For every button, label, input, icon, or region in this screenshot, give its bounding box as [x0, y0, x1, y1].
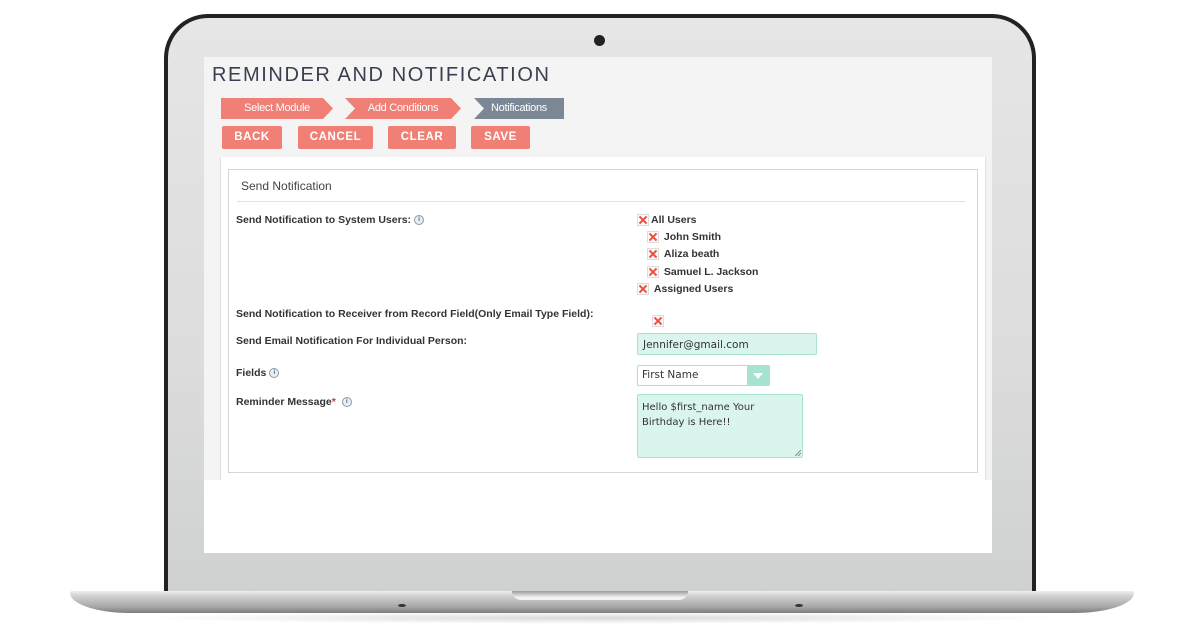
laptop-shadow [130, 612, 1070, 624]
wizard-step-select-module[interactable]: Select Module [221, 98, 333, 119]
checkbox-user[interactable]: Aliza beath [647, 248, 719, 260]
laptop-notch [512, 591, 688, 600]
record-field-label: Send Notification to Receiver from Recor… [236, 308, 594, 320]
fields-label-text: Fields [236, 367, 267, 379]
wizard-step-add-conditions[interactable]: Add Conditions [345, 98, 461, 119]
checked-x-icon[interactable] [647, 266, 659, 278]
back-button[interactable]: BACK [222, 126, 282, 149]
system-users-label-text: Send Notification to System Users: [236, 214, 412, 226]
required-marker: * [331, 396, 336, 408]
individual-person-label: Send Email Notification For Individual P… [236, 335, 468, 347]
panel-heading: Send Notification [241, 179, 332, 193]
checkbox-assigned-users[interactable]: Assigned Users [637, 283, 733, 295]
divider [237, 201, 965, 202]
checkbox-label: Aliza beath [663, 248, 720, 260]
checkbox-all-users[interactable]: All Users [637, 214, 697, 226]
clear-button[interactable]: CLEAR [388, 126, 456, 149]
checkbox-label: Samuel L. Jackson [663, 266, 759, 278]
checked-x-icon[interactable] [637, 214, 649, 226]
checked-x-icon[interactable] [647, 231, 659, 243]
info-icon[interactable]: i [269, 368, 280, 379]
info-icon[interactable]: i [414, 215, 425, 226]
save-button[interactable]: SAVE [471, 126, 530, 149]
reminder-message-label-text: Reminder Message [236, 396, 332, 408]
laptop-foot [398, 604, 406, 607]
reminder-message-textarea[interactable]: Hello $first_name Your Birthday is Here!… [637, 394, 803, 458]
resize-handle-icon[interactable] [795, 450, 801, 456]
app-window: REMINDER AND NOTIFICATION Select Module … [204, 57, 992, 480]
wizard-step-notifications[interactable]: Notifications [474, 98, 564, 119]
cancel-button[interactable]: CANCEL [298, 126, 373, 149]
checkbox-label: All Users [651, 214, 697, 226]
reminder-message-value: Hello $first_name Your Birthday is Here!… [642, 402, 755, 428]
reminder-message-label: Reminder Message* i [236, 396, 352, 408]
page-title: REMINDER AND NOTIFICATION [212, 64, 551, 86]
individual-email-input[interactable]: Jennifer@gmail.com [637, 333, 817, 355]
fields-label: Fields i [236, 367, 280, 379]
send-notification-panel: Send Notification Send Notification to S… [228, 169, 978, 473]
checkbox-record-field[interactable] [652, 315, 666, 327]
camera-icon [594, 35, 605, 46]
checkbox-user[interactable]: Samuel L. Jackson [647, 266, 758, 278]
chevron-down-icon[interactable] [747, 366, 769, 385]
checked-x-icon[interactable] [652, 315, 664, 327]
laptop-foot [795, 604, 803, 607]
fields-select[interactable]: First Name [637, 365, 770, 386]
checked-x-icon[interactable] [637, 283, 649, 295]
system-users-label: Send Notification to System Users: i [236, 214, 425, 226]
fields-select-value: First Name [642, 369, 699, 381]
checkbox-label: John Smith [663, 231, 722, 243]
info-icon[interactable]: i [341, 397, 352, 408]
checkbox-label: Assigned Users [653, 283, 734, 295]
laptop-screen: REMINDER AND NOTIFICATION Select Module … [204, 57, 992, 553]
checkbox-user[interactable]: John Smith [647, 231, 721, 243]
checked-x-icon[interactable] [647, 248, 659, 260]
